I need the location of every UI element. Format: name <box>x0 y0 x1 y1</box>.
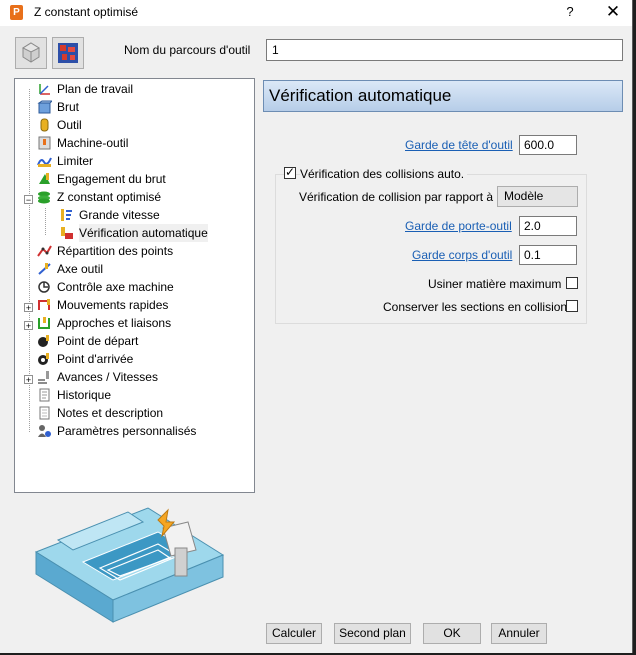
machine-tool-icon <box>37 136 52 150</box>
block-icon <box>37 100 54 114</box>
history-icon <box>37 388 52 402</box>
tree-item-label: Point d'arrivée <box>57 352 134 366</box>
title-bar: P Z constant optimisé ? ✕ <box>0 0 632 26</box>
optimised-constant-z-icon <box>37 190 52 204</box>
point-distribution-icon <box>37 244 52 258</box>
window-title: Z constant optimisé <box>34 5 139 19</box>
machine-axis-control-icon <box>37 280 52 294</box>
strategy-illustration <box>28 500 238 625</box>
tree-item-label: Vérification automatique <box>79 224 208 242</box>
leads-links-icon <box>37 316 52 330</box>
tree-item-label: Engagement du brut <box>57 172 166 186</box>
calculate-button[interactable]: Calculer <box>266 623 322 644</box>
settings-copy-icon[interactable] <box>15 37 47 69</box>
user-parameters-icon <box>37 424 52 438</box>
holder-clearance-link[interactable]: Garde de porte-outil <box>405 219 512 233</box>
feeds-speeds-icon <box>37 370 52 384</box>
workplane-icon <box>37 82 52 96</box>
shank-clearance-link[interactable]: Garde corps d'outil <box>412 248 512 262</box>
collapse-icon[interactable]: − <box>24 195 33 205</box>
tool-axis-icon <box>37 262 52 276</box>
tree-item-label: Machine-outil <box>57 136 129 150</box>
tree-item-label: Historique <box>57 388 112 402</box>
panel-title: Vérification automatique <box>269 86 452 105</box>
high-speed-icon <box>59 208 74 222</box>
collision-check-label: Vérification des collisions auto. <box>300 167 468 181</box>
background-button[interactable]: Second plan <box>334 623 411 644</box>
tree-item-label: Plan de travail <box>57 82 134 96</box>
toolpath-preview-icon[interactable] <box>52 37 84 69</box>
tree-item-label: Brut <box>57 100 80 114</box>
check-against-dropdown[interactable]: Modèle <box>497 186 578 207</box>
tree-item-label: Limiter <box>57 154 94 168</box>
strategy-tree[interactable]: Plan de travail Brut Outil Machine-outil… <box>14 78 255 493</box>
tree-item-label: Approches et liaisons <box>57 316 172 330</box>
check-against-label: Vérification de collision par rapport à <box>299 190 494 204</box>
keep-sections-checkbox[interactable] <box>566 300 578 312</box>
tree-item-label: Mouvements rapides <box>57 298 169 312</box>
holder-clearance-tool-input[interactable]: 600.0 <box>519 135 577 155</box>
ok-button[interactable]: OK <box>423 623 481 644</box>
toolpath-name-input[interactable] <box>266 39 623 61</box>
max-material-checkbox[interactable] <box>566 277 578 289</box>
limit-icon <box>37 154 52 168</box>
close-button[interactable]: ✕ <box>600 2 626 22</box>
tree-item-label: Paramètres personnalisés <box>57 424 197 438</box>
panel-header: Vérification automatique <box>263 80 623 112</box>
tree-item-label: Point de départ <box>57 334 139 348</box>
collision-check-checkbox[interactable] <box>284 165 296 179</box>
tool-icon <box>37 118 52 132</box>
holder-clearance-tool-link[interactable]: Garde de tête d'outil <box>405 138 513 152</box>
tree-item-label: Contrôle axe machine <box>57 280 174 294</box>
tree-item-label: Grande vitesse <box>79 208 160 222</box>
tree-line <box>45 208 46 235</box>
shank-clearance-input[interactable]: 0.1 <box>519 245 577 265</box>
automatic-verification-icon <box>59 226 74 240</box>
start-point-icon <box>37 334 52 348</box>
expand-icon[interactable]: + <box>24 375 33 385</box>
tree-item-label: Notes et description <box>57 406 164 420</box>
expand-icon[interactable]: + <box>24 303 33 313</box>
help-button[interactable]: ? <box>560 3 580 21</box>
stock-engagement-icon <box>37 172 52 186</box>
tree-item-label: Outil <box>57 118 82 132</box>
tree-item-label: Avances / Vitesses <box>57 370 158 384</box>
tree-item-label: Axe outil <box>57 262 104 276</box>
end-point-icon <box>37 352 52 366</box>
app-icon: P <box>10 5 23 20</box>
keep-sections-label: Conserver les sections en collision <box>383 300 568 314</box>
dialog-window: P Z constant optimisé ? ✕ Nom du parcour… <box>0 0 633 653</box>
cancel-button[interactable]: Annuler <box>491 623 547 644</box>
tree-item-label: Z constant optimisé <box>57 190 162 204</box>
notes-icon <box>37 406 52 420</box>
max-material-label: Usiner matière maximum <box>428 277 562 291</box>
expand-icon[interactable]: + <box>24 321 33 331</box>
toolpath-name-label: Nom du parcours d'outil <box>124 43 251 57</box>
rapid-moves-icon <box>37 298 52 312</box>
holder-clearance-input[interactable]: 2.0 <box>519 216 577 236</box>
tree-item-label: Répartition des points <box>57 244 174 258</box>
